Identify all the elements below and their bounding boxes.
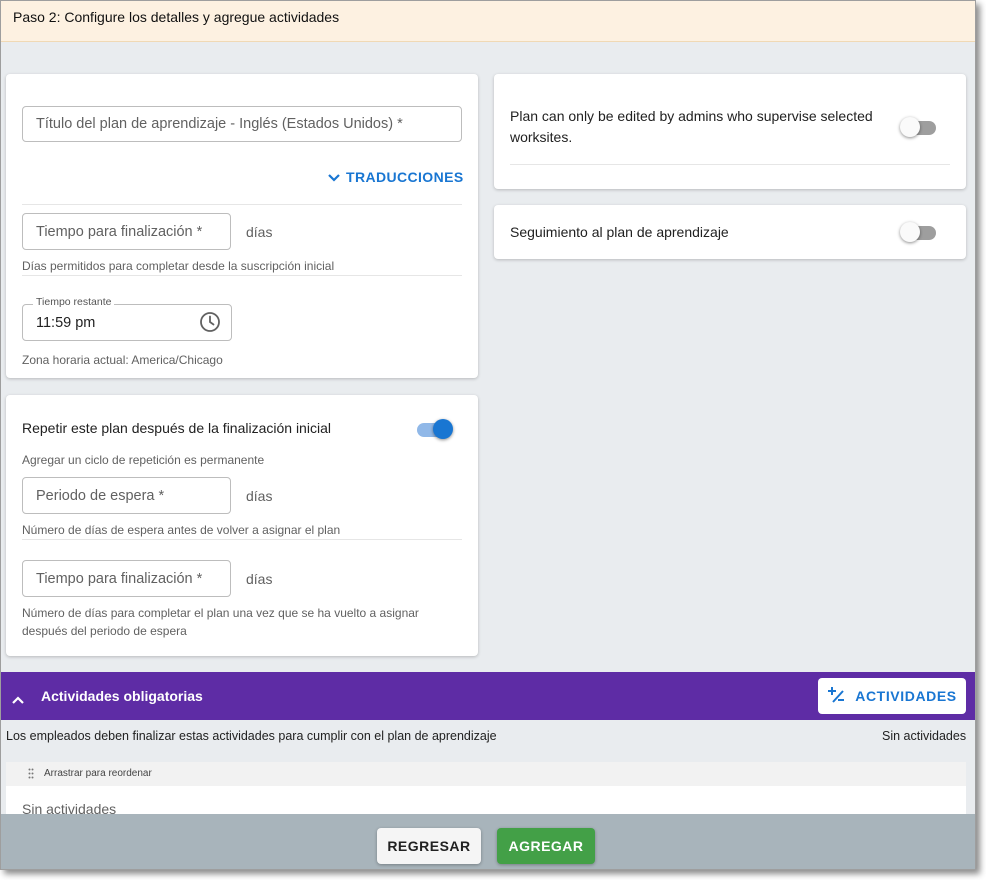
- tracking-label: Seguimiento al plan de aprendizaje: [510, 224, 729, 240]
- translations-label: TRADUCCIONES: [346, 169, 464, 185]
- drag-handle-icon: [28, 768, 34, 782]
- repeat-card: Repetir este plan después de la finaliza…: [6, 395, 478, 656]
- step-title: Paso 2: Configure los detalles y agregue…: [13, 9, 340, 25]
- repeat-completion-placeholder: Tiempo para finalización *: [36, 570, 203, 587]
- step-header: Paso 2: Configure los detalles y agregue…: [1, 1, 975, 42]
- clock-icon[interactable]: [199, 311, 221, 338]
- details-divider-1: [22, 204, 462, 205]
- add-button[interactable]: AGREGAR: [497, 828, 595, 864]
- tracking-toggle[interactable]: [900, 221, 938, 243]
- wait-helper-text: Número de días de espera antes de volver…: [22, 523, 341, 537]
- back-button[interactable]: REGRESAR: [377, 828, 481, 864]
- add-activities-button[interactable]: ACTIVIDADES: [818, 678, 966, 714]
- wait-period-input[interactable]: Periodo de espera *: [22, 477, 231, 514]
- time-remaining-label: Tiempo restante: [33, 296, 115, 308]
- reorder-hint: Arrastrar para reordenar: [44, 768, 152, 779]
- admin-edit-label-2: worksites.: [510, 129, 573, 145]
- add-activities-label: ACTIVIDADES: [855, 688, 957, 704]
- wait-period-placeholder: Periodo de espera *: [36, 487, 165, 504]
- admin-edit-label-1: Plan can only be edited by admins who su…: [510, 108, 873, 124]
- add-activity-icon: [827, 686, 845, 707]
- activities-count: Sin actividades: [882, 729, 967, 743]
- activities-list: Sin actividades: [6, 786, 966, 817]
- plan-title-input[interactable]: Título del plan de aprendizaje - Inglés …: [22, 106, 462, 142]
- plan-title-placeholder: Título del plan de aprendizaje - Inglés …: [36, 116, 403, 132]
- wait-days-suffix: días: [246, 488, 273, 504]
- app-window: Paso 2: Configure los detalles y agregue…: [0, 0, 976, 870]
- admin-toggle-thumb: [900, 117, 920, 137]
- repeat-divider: [22, 539, 462, 540]
- details-divider-2: [22, 275, 462, 276]
- details-card: Título del plan de aprendizaje - Inglés …: [6, 74, 478, 378]
- chevron-down-icon: [328, 169, 340, 185]
- repeat-toggle-thumb: [433, 419, 453, 439]
- repeat-toggle[interactable]: [415, 418, 453, 440]
- tracking-toggle-thumb: [900, 222, 920, 242]
- back-label: REGRESAR: [387, 838, 471, 854]
- admin-edit-card: Plan can only be edited by admins who su…: [494, 74, 966, 189]
- completion-helper-text: Días permitidos para completar desde la …: [22, 259, 335, 273]
- repeat-completion-input[interactable]: Tiempo para finalización *: [22, 560, 231, 597]
- repeat-completion-helper-1: Número de días para completar el plan un…: [22, 606, 419, 620]
- add-label: AGREGAR: [508, 838, 584, 854]
- activities-description: Los empleados deben finalizar estas acti…: [6, 729, 497, 743]
- reorder-bar: Arrastrar para reordenar: [6, 762, 966, 786]
- activities-section-title: Actividades obligatorias: [41, 688, 203, 704]
- footer-bar: REGRESAR AGREGAR: [1, 814, 975, 869]
- chevron-up-icon[interactable]: [12, 691, 24, 709]
- completion-days-suffix: días: [246, 224, 273, 240]
- admin-card-divider: [510, 164, 950, 165]
- repeat-label: Repetir este plan después de la finaliza…: [22, 420, 331, 436]
- repeat-completion-suffix: días: [246, 571, 273, 587]
- completion-time-placeholder: Tiempo para finalización *: [36, 223, 203, 240]
- completion-time-input[interactable]: Tiempo para finalización *: [22, 213, 231, 250]
- repeat-completion-helper-2: después del periodo de espera: [22, 624, 187, 638]
- time-remaining-value: 11:59 pm: [36, 315, 96, 331]
- tracking-card: Seguimiento al plan de aprendizaje: [494, 205, 966, 259]
- timezone-text: Zona horaria actual: America/Chicago: [22, 353, 223, 367]
- activities-section-header: Actividades obligatorias ACTIVIDADES: [1, 672, 975, 720]
- repeat-permanent-note: Agregar un ciclo de repetición es perman…: [22, 453, 265, 467]
- admin-edit-toggle[interactable]: [900, 116, 938, 138]
- translations-button[interactable]: TRADUCCIONES: [328, 169, 464, 185]
